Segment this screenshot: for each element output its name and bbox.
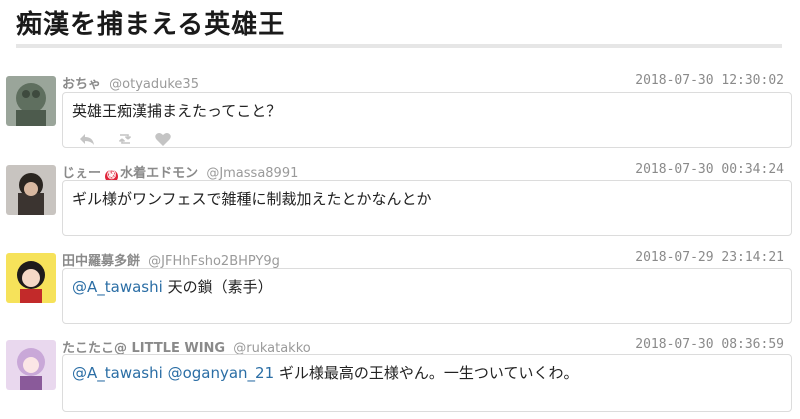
avatar[interactable] [6,253,56,303]
user-name[interactable]: じぇー [62,166,101,181]
user-name[interactable]: おちゃ [62,77,101,92]
tweet-text: 天の鎖（素手） [167,278,273,296]
tweet-body: @A_tawashi @oganyan_21 ギル様最高の王様やん。一生ついてい… [62,354,792,412]
tweet-text: ギル様がワンフェスで雑種に制裁加えたとかなんとか [72,190,432,208]
timestamp[interactable]: 2018-07-30 12:30:02 [635,73,784,88]
tweet-meta: たこたこ@ LITTLE WING @rukatakko 2018-07-30 … [62,337,792,356]
tweet-meta: おちゃ @otyaduke35 2018-07-30 12:30:02 [62,73,792,92]
mention-link[interactable]: @A_tawashi [72,364,163,382]
heart-icon[interactable] [154,131,172,147]
tweet-text-line: @A_tawashi 天の鎖（素手） [72,276,782,297]
page-title: 痴漢を捕まえる英雄王 [16,10,286,40]
tweet-body: ギル様がワンフェスで雑種に制裁加えたとかなんとか [62,180,792,236]
tweet-actions [72,131,782,147]
tweet-meta: じぇー ㊙水着エドモン @Jmassa8991 2018-07-30 00:34… [62,162,792,183]
mention-link[interactable]: @oganyan_21 [168,364,275,382]
title-divider [16,44,782,48]
reply-icon[interactable] [78,131,96,147]
tweet-text: ギル様最高の王様やん。一生ついていくわ。 [278,364,579,382]
user-name[interactable]: 田中羅募多餅 [62,254,140,269]
timestamp[interactable]: 2018-07-30 00:34:24 [635,162,784,177]
avatar[interactable] [6,165,56,215]
tweet-text: 英雄王痴漢捕まえたってこと？ [72,102,282,120]
user-handle[interactable]: @otyaduke35 [109,77,199,92]
mention-link[interactable]: @A_tawashi [72,278,163,296]
avatar[interactable] [6,76,56,126]
user-name-extra[interactable]: 水着エドモン [120,166,198,181]
retweet-icon[interactable] [116,131,134,147]
user-handle[interactable]: @JFHhFsho2BHPY9g [148,254,280,269]
tweet-meta: 田中羅募多餅 @JFHhFsho2BHPY9g 2018-07-29 23:14… [62,250,792,269]
tweet-body: 英雄王痴漢捕まえたってこと？ [62,92,792,148]
tweet-body: @A_tawashi 天の鎖（素手） [62,268,792,324]
tweet-text-line: @A_tawashi @oganyan_21 ギル様最高の王様やん。一生ついてい… [72,362,782,383]
timestamp[interactable]: 2018-07-30 08:36:59 [635,337,784,352]
avatar[interactable] [6,340,56,390]
user-handle[interactable]: @Jmassa8991 [206,166,298,181]
timestamp[interactable]: 2018-07-29 23:14:21 [635,250,784,265]
